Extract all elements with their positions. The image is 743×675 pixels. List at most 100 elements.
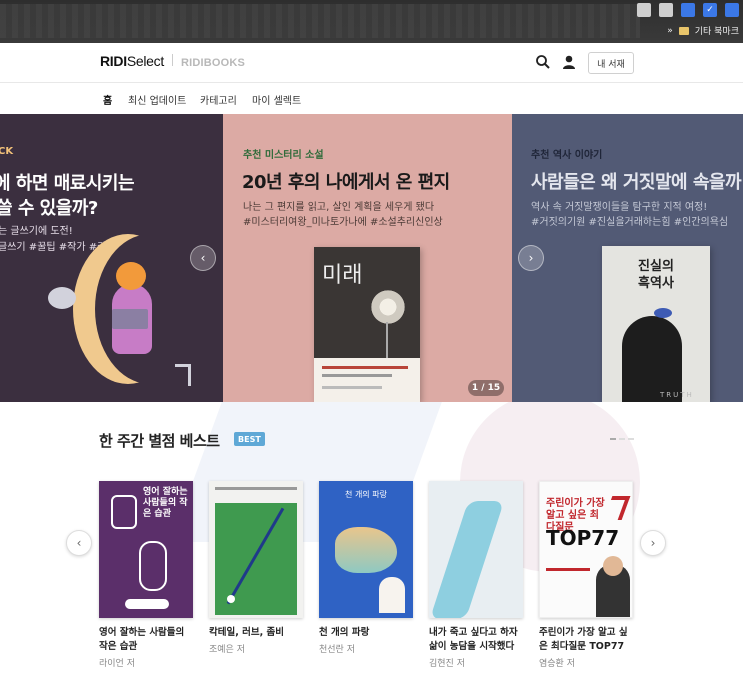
- banner-prev-button[interactable]: ‹: [190, 245, 216, 271]
- character-head-illustration: [116, 262, 146, 290]
- author-photo: [379, 577, 405, 613]
- book-title[interactable]: 영어 잘하는 사람들의 작은 습관: [99, 626, 195, 654]
- author-face: [603, 556, 623, 576]
- silhouette-illustration: [622, 316, 682, 402]
- logo-ridi-select[interactable]: RIDISelect: [100, 53, 164, 69]
- book-cover-title: 진실의 흑역사: [602, 258, 710, 292]
- extension-icon[interactable]: [659, 3, 673, 17]
- cover-text-line: [322, 374, 392, 377]
- book-cover-title: 영어 잘하는 사람들의 작은 습관: [143, 487, 188, 519]
- figure-illustration: [139, 541, 167, 591]
- book-title[interactable]: 천 개의 파랑: [319, 626, 415, 640]
- extension-icon[interactable]: [637, 3, 651, 17]
- hero-carousel: CK 에 하면 매료시키는 쓸 수 있을까? 는 글쓰기에 도전! 글쓰기 #꿀…: [0, 114, 743, 402]
- cover-text-line: [322, 386, 382, 389]
- slide-title: 사람들은 왜 거짓말에 속을까: [531, 172, 742, 193]
- book-card[interactable]: 칵테일, 러브, 좀비 조예은 저: [209, 481, 305, 655]
- banner-page-indicator: 1 / 15: [468, 380, 504, 396]
- other-bookmarks-link[interactable]: 기타 북마크: [695, 24, 739, 37]
- cover-text-line: [322, 366, 408, 369]
- site-header: RIDISelect RIDIBOOKS 내 서재: [0, 43, 743, 83]
- extension-icon[interactable]: [681, 3, 695, 17]
- logo-divider: [171, 54, 173, 66]
- nav-item-home[interactable]: 홈: [103, 92, 112, 107]
- book-cover[interactable]: [209, 481, 303, 618]
- book-cover-title: 미래: [322, 263, 363, 288]
- blurred-tab-strip: [0, 4, 640, 38]
- book-title[interactable]: 주린이가 가장 알고 싶은 최다질문 TOP77: [539, 626, 635, 654]
- cover-header-line: [215, 487, 297, 490]
- slide-tag: CK: [0, 146, 14, 157]
- book-card[interactable]: 천 개의 파랑 천 개의 파랑 천선란 저: [319, 481, 415, 655]
- chevron-left-icon: ‹: [76, 536, 82, 550]
- book-title[interactable]: 내가 죽고 싶다고 하자 삶이 농담을 시작했다: [429, 626, 525, 654]
- chevron-left-icon: ‹: [200, 251, 206, 265]
- slide-description: #거짓의기원 #진실을거래하는힘 #인간의욕심: [531, 217, 729, 228]
- browser-toolbar: ✓ » 기타 북마크: [0, 0, 743, 43]
- account-button[interactable]: [561, 54, 577, 70]
- book-cover-title-line: 흑역사: [638, 276, 674, 291]
- slide-description: 글쓰기 #꿀팁 #작가 #카피: [0, 242, 116, 253]
- book-cover-mirae[interactable]: 미래: [314, 247, 420, 402]
- carousel-dots: [610, 438, 634, 440]
- book-author[interactable]: 조예은 저: [209, 642, 305, 655]
- figure-illustration: [111, 495, 137, 529]
- chevron-right-icon: ›: [528, 251, 534, 265]
- cloud-illustration: [48, 287, 76, 309]
- river-illustration: [429, 501, 505, 618]
- cover-label: [125, 599, 169, 609]
- best-next-button[interactable]: ›: [640, 530, 666, 556]
- flower-illustration: [369, 287, 407, 327]
- section-title: 한 주간 별점 베스트: [99, 432, 220, 450]
- extension-icons: ✓: [637, 3, 739, 17]
- nav-item-categories[interactable]: 카테고리: [200, 92, 237, 107]
- slide-description: #미스터리여왕_미나토가나에 #소설추리신인상: [243, 217, 443, 228]
- book-author[interactable]: 염승환 저: [539, 656, 635, 669]
- slide-tag: 추천 미스터리 소설: [243, 150, 324, 161]
- book-cover[interactable]: [429, 481, 523, 618]
- flower-stem-illustration: [386, 322, 388, 360]
- banner-next-button[interactable]: ›: [518, 245, 544, 271]
- book-cover-subtitle: TRUTH: [660, 391, 694, 399]
- my-library-button[interactable]: 내 서재: [588, 52, 634, 74]
- book-author[interactable]: 라이언 저: [99, 656, 195, 669]
- book-cover[interactable]: 주린이가 가장 알고 싶은 최다질문 TOP77: [539, 481, 633, 618]
- main-nav: 홈 최신 업데이트 카테고리 마이 셀렉트: [0, 83, 743, 114]
- carousel-dot[interactable]: [619, 438, 625, 440]
- logo[interactable]: RIDISelect RIDIBOOKS: [100, 53, 245, 69]
- slide-title: 에 하면 매료시키는: [0, 173, 135, 194]
- book-cover-truth[interactable]: 진실의 흑역사 TRUTH: [602, 246, 710, 402]
- slide-description: 역사 속 거짓말쟁이들을 탐구한 지적 여정!: [531, 202, 708, 213]
- carousel-dot[interactable]: [610, 438, 616, 440]
- book-card[interactable]: 영어 잘하는 사람들의 작은 습관 영어 잘하는 사람들의 작은 습관 라이언 …: [99, 481, 195, 669]
- book-cover-title: TOP77: [546, 526, 620, 550]
- nav-item-latest-updates[interactable]: 최신 업데이트: [128, 92, 186, 107]
- book-cover-title: 천 개의 파랑: [345, 490, 387, 499]
- book-card[interactable]: 내가 죽고 싶다고 하자 삶이 농담을 시작했다 김현진 저: [429, 481, 525, 669]
- user-icon: [563, 55, 575, 69]
- folder-icon: [678, 26, 689, 35]
- best-prev-button[interactable]: ‹: [66, 530, 92, 556]
- book-card[interactable]: 주린이가 가장 알고 싶은 최다질문 TOP77 주린이가 가장 알고 싶은 최…: [539, 481, 635, 669]
- book-cover[interactable]: 영어 잘하는 사람들의 작은 습관: [99, 481, 193, 618]
- book-author[interactable]: 김현진 저: [429, 656, 525, 669]
- book-title[interactable]: 칵테일, 러브, 좀비: [209, 626, 305, 640]
- search-icon: [536, 55, 550, 69]
- slide-tag: 추천 역사 이야기: [531, 150, 603, 161]
- slide-description: 나는 그 편지를 읽고, 살인 계획을 세우게 됐다: [243, 202, 435, 213]
- extension-icon[interactable]: [725, 3, 739, 17]
- carousel-dot[interactable]: [628, 438, 634, 440]
- check-icon[interactable]: ✓: [703, 3, 717, 17]
- search-button[interactable]: [535, 54, 551, 70]
- book-cover-band: [314, 358, 420, 402]
- cover-ball: [227, 595, 235, 603]
- book-cover[interactable]: 천 개의 파랑: [319, 481, 413, 618]
- bookmark-overflow-button[interactable]: »: [667, 26, 673, 36]
- nav-item-my-select[interactable]: 마이 셀렉트: [252, 92, 301, 107]
- logo-ridibooks[interactable]: RIDIBOOKS: [181, 57, 245, 69]
- cover-text-line: [546, 568, 590, 571]
- book-author[interactable]: 천선란 저: [319, 642, 415, 655]
- best-badge: BEST: [234, 432, 265, 446]
- slide-title: 20년 후의 나에게서 온 편지: [242, 172, 450, 193]
- slide-title: 쓸 수 있을까?: [0, 198, 98, 219]
